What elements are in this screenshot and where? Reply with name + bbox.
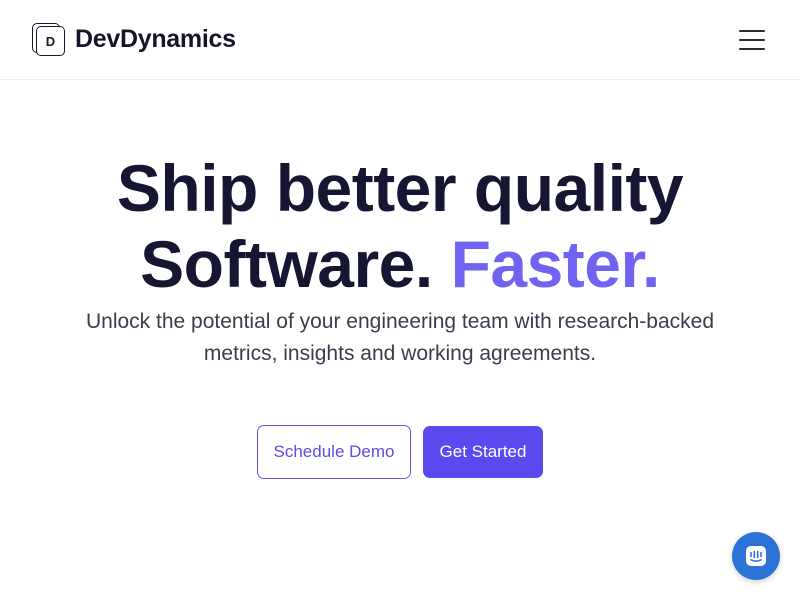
devdynamics-logo-icon: D	[32, 23, 65, 56]
hero-headline: Ship better quality Software. Faster.	[0, 150, 800, 302]
headline-line-2: Software.	[140, 227, 433, 301]
logo-letter: D	[36, 26, 65, 56]
schedule-demo-button[interactable]: Schedule Demo	[257, 425, 411, 479]
site-header: D DevDynamics	[0, 0, 800, 80]
chat-launcher-button[interactable]	[732, 532, 780, 580]
hamburger-menu-icon[interactable]	[739, 29, 765, 51]
hero-subtitle: Unlock the potential of your engineering…	[85, 310, 715, 365]
chat-bubble-icon	[746, 546, 766, 566]
get-started-button[interactable]: Get Started	[423, 426, 543, 478]
headline-accent: Faster.	[450, 227, 661, 301]
hero-section: Ship better quality Software. Faster. Un…	[0, 150, 800, 370]
headline-line-1: Ship better quality	[116, 151, 684, 225]
cta-row: Schedule Demo Get Started	[0, 425, 800, 479]
brand-name: DevDynamics	[75, 25, 236, 53]
brand-logo-link[interactable]: D DevDynamics	[32, 23, 236, 56]
